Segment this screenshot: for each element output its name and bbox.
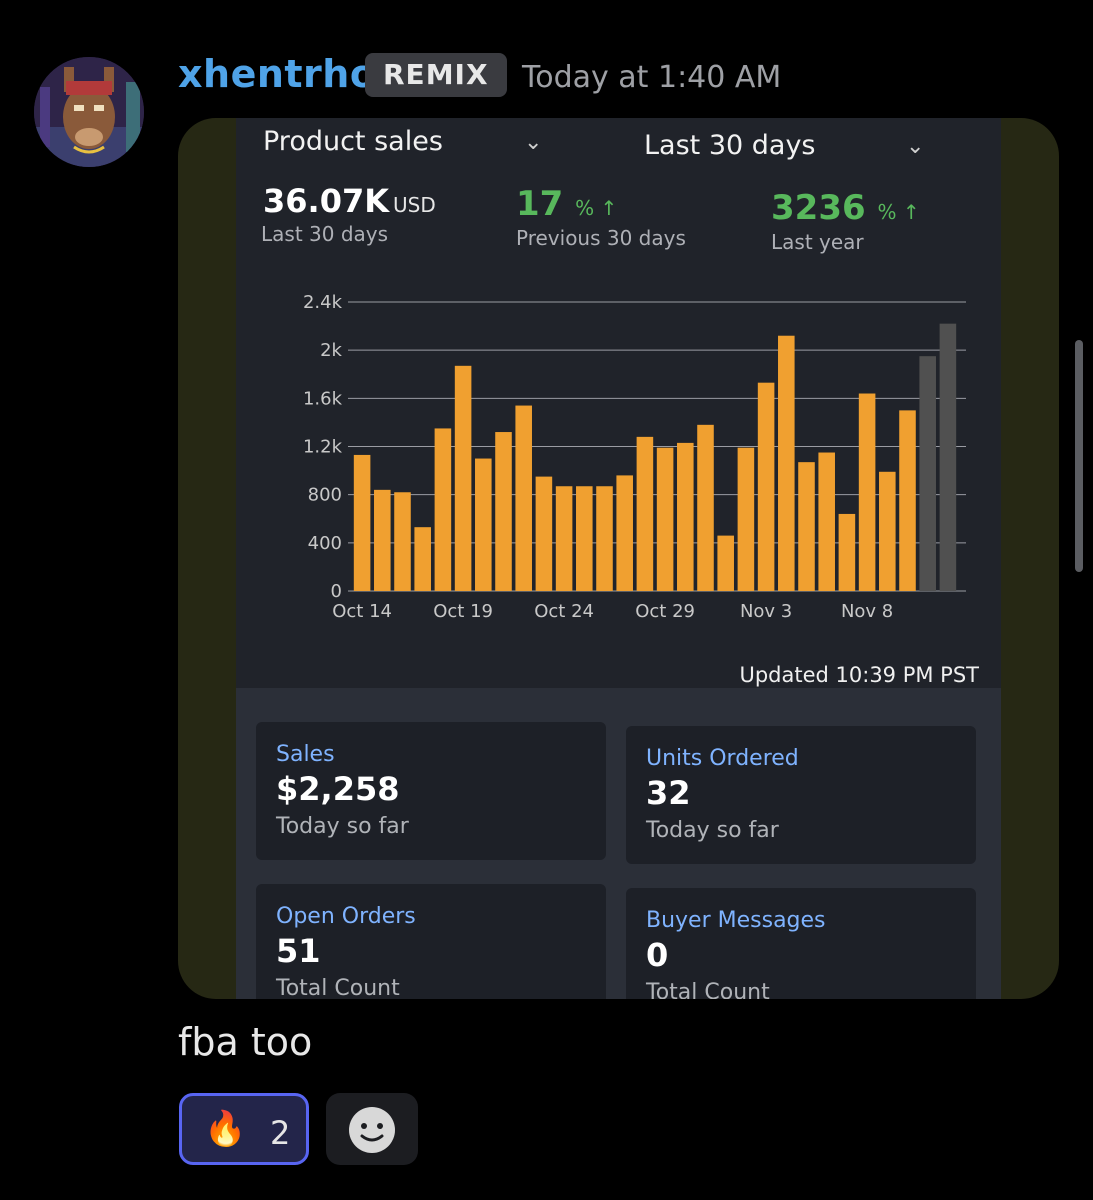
bar — [919, 356, 936, 591]
x-tick-label: Nov 8 — [841, 601, 893, 622]
bar — [818, 452, 835, 591]
bar — [939, 323, 957, 591]
bar — [899, 410, 916, 591]
card-title: Open Orders — [276, 904, 416, 929]
x-tick-label: Oct 14 — [332, 601, 392, 622]
message-text: fba too — [178, 1020, 313, 1064]
scrollbar[interactable] — [1075, 340, 1083, 572]
summary-prev-change: 17 % ↑ — [516, 184, 618, 224]
x-tick-label: Oct 24 — [534, 601, 594, 622]
card-title: Buyer Messages — [646, 908, 826, 933]
bar — [394, 492, 411, 591]
bar — [434, 428, 452, 591]
y-tick-label: 2k — [320, 340, 342, 361]
card-value: 32 — [646, 774, 691, 812]
bar — [636, 436, 654, 591]
bar — [656, 447, 674, 591]
image-attachment[interactable]: Product sales ⌄ Last 30 days ⌄ 36.07K USD… — [178, 118, 1059, 999]
user-avatar[interactable] — [34, 57, 144, 167]
bar — [798, 462, 815, 591]
chevron-down-icon: ⌄ — [906, 134, 925, 159]
metric-select: Product sales — [263, 126, 443, 157]
bar — [353, 454, 371, 591]
y-tick-label: 0 — [331, 581, 342, 602]
card-note: Total Count — [646, 980, 770, 999]
y-tick-label: 2.4k — [303, 292, 343, 313]
bar — [515, 405, 532, 591]
smiley-icon — [349, 1107, 395, 1153]
sales-bar-chart: 0 400 800 1.2k 1.6k 2k 2.4k Oct 14 Oct 19 Oct 24 O… — [303, 292, 966, 622]
range-select: Last 30 days — [644, 130, 816, 161]
bar — [737, 447, 755, 591]
bar — [879, 471, 896, 591]
card-value: 0 — [646, 936, 669, 974]
bar — [495, 432, 512, 591]
reaction-count: 2 — [270, 1114, 291, 1152]
card-note: Today so far — [276, 814, 409, 839]
summary-total: 36.07K USD — [263, 182, 436, 220]
x-tick-label: Oct 29 — [635, 601, 695, 622]
message-timestamp[interactable]: Today at 1:40 AM — [522, 60, 781, 95]
summary-prev-label: Previous 30 days — [516, 226, 686, 250]
bar — [858, 393, 876, 591]
reaction-fire[interactable]: 🔥 2 — [179, 1093, 309, 1165]
card-note: Total Count — [276, 976, 400, 999]
bar — [454, 365, 472, 591]
bar — [414, 527, 431, 591]
bar — [778, 335, 795, 591]
bar — [535, 476, 553, 591]
bar — [717, 535, 734, 591]
units-ordered-card[interactable]: Units Ordered 32 Today so far — [626, 726, 976, 864]
username[interactable]: xhentrho — [178, 52, 376, 96]
summary-year-label: Last year — [771, 230, 864, 254]
y-tick-label: 800 — [308, 485, 342, 506]
metric-cards: Sales $2,258 Today so far Units Ordered … — [236, 688, 1001, 999]
fire-emoji-icon: 🔥 — [204, 1109, 247, 1149]
card-value: 51 — [276, 932, 321, 970]
bar — [475, 458, 492, 591]
bar — [697, 424, 714, 591]
x-tick-label: Nov 3 — [740, 601, 792, 622]
bar — [838, 513, 856, 591]
x-tick-label: Oct 19 — [433, 601, 493, 622]
card-note: Today so far — [646, 818, 779, 843]
bar — [616, 475, 633, 591]
buyer-messages-card[interactable]: Buyer Messages 0 Total Count — [626, 888, 976, 999]
y-tick-label: 1.6k — [303, 388, 343, 409]
bar — [576, 486, 593, 591]
summary-total-label: Last 30 days — [261, 222, 389, 246]
bar — [596, 486, 613, 591]
card-title: Units Ordered — [646, 746, 799, 771]
y-tick-label: 1.2k — [303, 437, 343, 458]
llama-avatar-icon — [34, 57, 144, 167]
seller-dashboard-screenshot: Product sales ⌄ Last 30 days ⌄ 36.07K USD… — [236, 118, 1001, 999]
card-title: Sales — [276, 742, 335, 767]
chevron-down-icon: ⌄ — [524, 130, 543, 155]
card-value: $2,258 — [276, 770, 400, 808]
updated-time: Updated 10:39 PM PST — [739, 663, 979, 687]
bar — [757, 382, 775, 591]
bar — [677, 442, 694, 591]
y-tick-label: 400 — [308, 533, 342, 554]
sales-card[interactable]: Sales $2,258 Today so far — [256, 722, 606, 860]
remix-badge: REMIX — [365, 53, 507, 97]
bar — [374, 489, 391, 591]
summary-year-change: 3236 % ↑ — [771, 188, 920, 228]
bar — [555, 486, 573, 591]
open-orders-card[interactable]: Open Orders 51 Total Count — [256, 884, 606, 999]
add-reaction-button[interactable] — [326, 1093, 418, 1165]
